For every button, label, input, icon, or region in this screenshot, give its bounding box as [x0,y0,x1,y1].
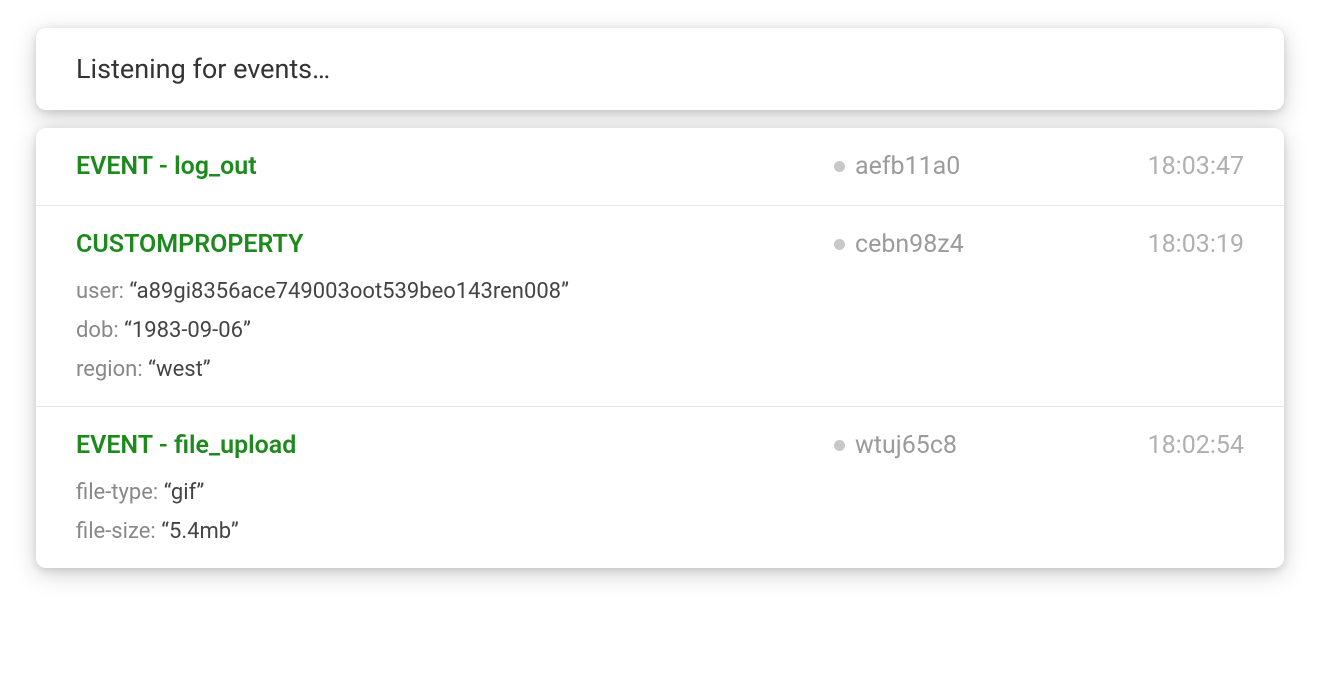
property-line: dob: “1983-09-06” [76,318,1244,343]
event-id-wrap: wtuj65c8 [834,431,1014,460]
property-value: “a89gi8356ace749003oot539beo143ren008” [129,279,569,304]
property-key: file-size: [76,519,161,544]
event-id: cebn98z4 [855,230,964,259]
property-value: “west” [148,357,211,382]
property-line: file-type: “gif” [76,480,1244,505]
property-key: file-type: [76,480,164,505]
listener-header-panel: Listening for events… [36,28,1284,110]
event-meta: cebn98z4 18:03:19 [834,230,1244,259]
property-key: dob: [76,318,124,343]
event-title: EVENT - file_upload [76,431,834,460]
event-id: wtuj65c8 [855,431,957,460]
property-line: region: “west” [76,357,1244,382]
events-panel: EVENT - log_out aefb11a0 18:03:47 CUSTOM… [36,128,1284,568]
property-key: user: [76,279,129,304]
status-dot-icon [834,440,845,451]
event-header: EVENT - file_upload wtuj65c8 18:02:54 [76,431,1244,460]
listener-title: Listening for events… [76,53,330,85]
property-value: “1983-09-06” [124,318,251,343]
property-value: “gif” [164,480,205,505]
event-time: 18:02:54 [1134,431,1244,460]
status-dot-icon [834,161,845,172]
event-header: CUSTOMPROPERTY cebn98z4 18:03:19 [76,230,1244,259]
event-id-wrap: cebn98z4 [834,230,1014,259]
event-time: 18:03:47 [1134,152,1244,181]
event-title: CUSTOMPROPERTY [76,230,834,259]
event-row[interactable]: CUSTOMPROPERTY cebn98z4 18:03:19 user: “… [36,206,1284,407]
event-title: EVENT - log_out [76,152,834,181]
event-meta: wtuj65c8 18:02:54 [834,431,1244,460]
property-line: user: “a89gi8356ace749003oot539beo143ren… [76,279,1244,304]
status-dot-icon [834,239,845,250]
event-properties: user: “a89gi8356ace749003oot539beo143ren… [76,279,1244,382]
event-header: EVENT - log_out aefb11a0 18:03:47 [76,152,1244,181]
property-line: file-size: “5.4mb” [76,519,1244,544]
property-value: “5.4mb” [161,519,239,544]
event-row[interactable]: EVENT - log_out aefb11a0 18:03:47 [36,128,1284,206]
event-id-wrap: aefb11a0 [834,152,1014,181]
event-id: aefb11a0 [855,152,960,181]
event-meta: aefb11a0 18:03:47 [834,152,1244,181]
event-properties: file-type: “gif” file-size: “5.4mb” [76,480,1244,544]
event-time: 18:03:19 [1134,230,1244,259]
property-key: region: [76,357,148,382]
event-row[interactable]: EVENT - file_upload wtuj65c8 18:02:54 fi… [36,407,1284,568]
